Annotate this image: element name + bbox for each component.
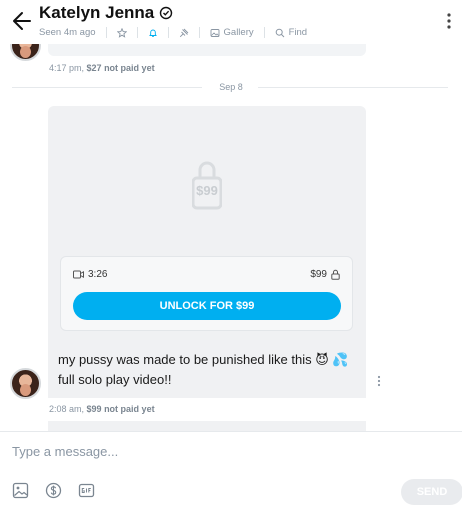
divider — [136, 27, 138, 38]
divider-line — [12, 87, 202, 88]
message-list[interactable]: 4:17 pm, $27 not paid yet Sep 8 $99 3:26… — [0, 44, 462, 431]
verified-icon — [160, 6, 173, 20]
more-icon[interactable] — [377, 375, 381, 387]
dollar-icon[interactable] — [45, 482, 62, 499]
gallery-button[interactable]: Gallery — [210, 27, 254, 38]
divider — [105, 27, 107, 38]
duration-text: 3:26 — [88, 269, 108, 280]
message-input[interactable] — [12, 441, 392, 461]
divider — [167, 27, 169, 38]
header-subrow: Seen 4m ago Gallery Find — [39, 27, 307, 38]
pin-icon[interactable] — [179, 28, 189, 38]
date-divider: Sep 8 — [12, 82, 448, 92]
message-composer: SEND — [0, 431, 462, 512]
divider — [263, 27, 265, 38]
media-price: $99 — [310, 269, 340, 280]
image-icon[interactable] — [12, 482, 29, 499]
message-bubble — [48, 44, 366, 56]
composer-tools — [12, 482, 95, 499]
back-arrow-icon[interactable] — [12, 10, 32, 32]
video-icon — [73, 270, 84, 279]
message-meta: 4:17 pm, $27 not paid yet — [49, 63, 155, 73]
bell-icon[interactable] — [148, 28, 158, 38]
gallery-label: Gallery — [223, 27, 254, 38]
divider-line — [258, 87, 448, 88]
date-label: Sep 8 — [219, 82, 243, 92]
message-time: 4:17 pm, — [49, 63, 85, 73]
last-seen-status: Seen 4m ago — [39, 27, 96, 38]
star-icon[interactable] — [116, 27, 127, 38]
divider — [198, 27, 200, 38]
message-time: 2:08 am, — [49, 404, 85, 414]
find-label: Find — [288, 27, 308, 38]
message-text: my pussy was made to be punished like th… — [48, 342, 366, 398]
price-status: $99 not paid yet — [86, 404, 155, 414]
send-button[interactable]: SEND — [401, 479, 462, 505]
more-icon[interactable] — [446, 12, 452, 30]
avatar[interactable] — [10, 44, 41, 61]
unlock-button[interactable]: UNLOCK FOR $99 — [73, 292, 341, 320]
find-button[interactable]: Find — [275, 27, 307, 38]
price-text: $99 — [310, 269, 327, 280]
search-icon — [275, 28, 284, 37]
unlock-card: 3:26 $99 UNLOCK FOR $99 — [60, 256, 353, 331]
chat-header: Katelyn Jenna Seen 4m ago Gallery Find — [0, 0, 462, 44]
contact-name[interactable]: Katelyn Jenna — [39, 3, 173, 23]
locked-price: $99 — [196, 183, 218, 198]
message-text-line: my pussy was made to be punished like th… — [58, 352, 349, 367]
message-bubble — [48, 421, 366, 431]
avatar[interactable] — [10, 368, 41, 399]
video-duration: 3:26 — [73, 269, 107, 280]
message-meta: 2:08 am, $99 not paid yet — [49, 404, 155, 414]
gallery-icon — [210, 28, 219, 37]
price-status: $27 not paid yet — [86, 63, 155, 73]
gif-icon[interactable] — [78, 482, 95, 499]
message-text-line: full solo play video!! — [58, 372, 172, 387]
contact-name-text[interactable]: Katelyn Jenna — [39, 3, 154, 23]
lock-icon — [331, 269, 340, 280]
